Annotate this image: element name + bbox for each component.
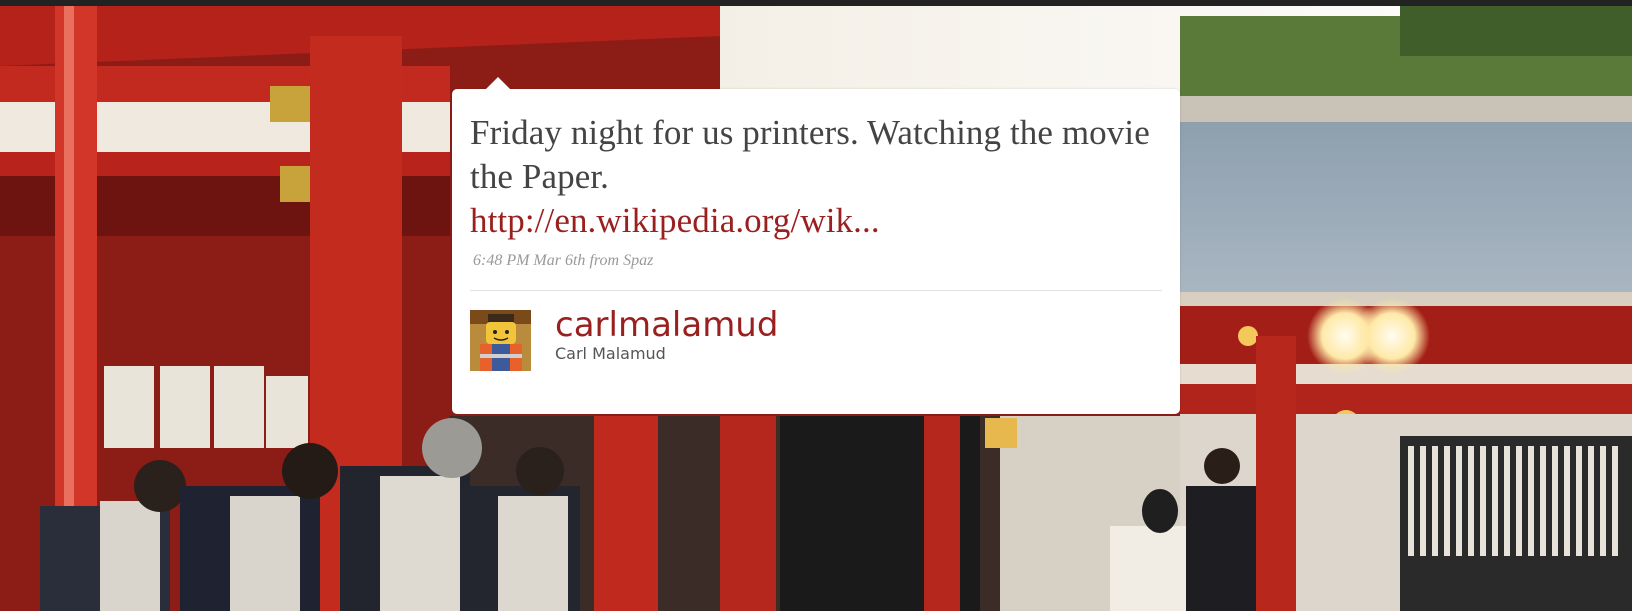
tweet-source[interactable]: Spaz bbox=[623, 252, 653, 269]
tweet-source-prefix: from bbox=[589, 252, 620, 269]
lego-figure-avatar-icon[interactable] bbox=[470, 310, 531, 371]
author-info: carlmalamud Carl Malamud bbox=[555, 305, 778, 363]
divider bbox=[470, 290, 1162, 291]
tweet-card: Friday night for us printers. Watching t… bbox=[452, 77, 1180, 414]
author-handle[interactable]: carlmalamud bbox=[555, 305, 778, 345]
author-name: Carl Malamud bbox=[555, 344, 666, 363]
tweet-meta: 6:48 PM Mar 6th from Spaz bbox=[470, 252, 1162, 270]
tweet-timestamp[interactable]: 6:48 PM Mar 6th bbox=[473, 252, 585, 269]
top-bar bbox=[0, 0, 1632, 6]
card-pointer-arrow bbox=[486, 77, 510, 89]
tweet-text: Friday night for us printers. Watching t… bbox=[470, 111, 1162, 243]
tweet-body: Friday night for us printers. Watching t… bbox=[470, 113, 1150, 196]
tweet-link[interactable]: http://en.wikipedia.org/wik... bbox=[470, 199, 1162, 243]
author-block: carlmalamud Carl Malamud bbox=[470, 305, 1162, 371]
